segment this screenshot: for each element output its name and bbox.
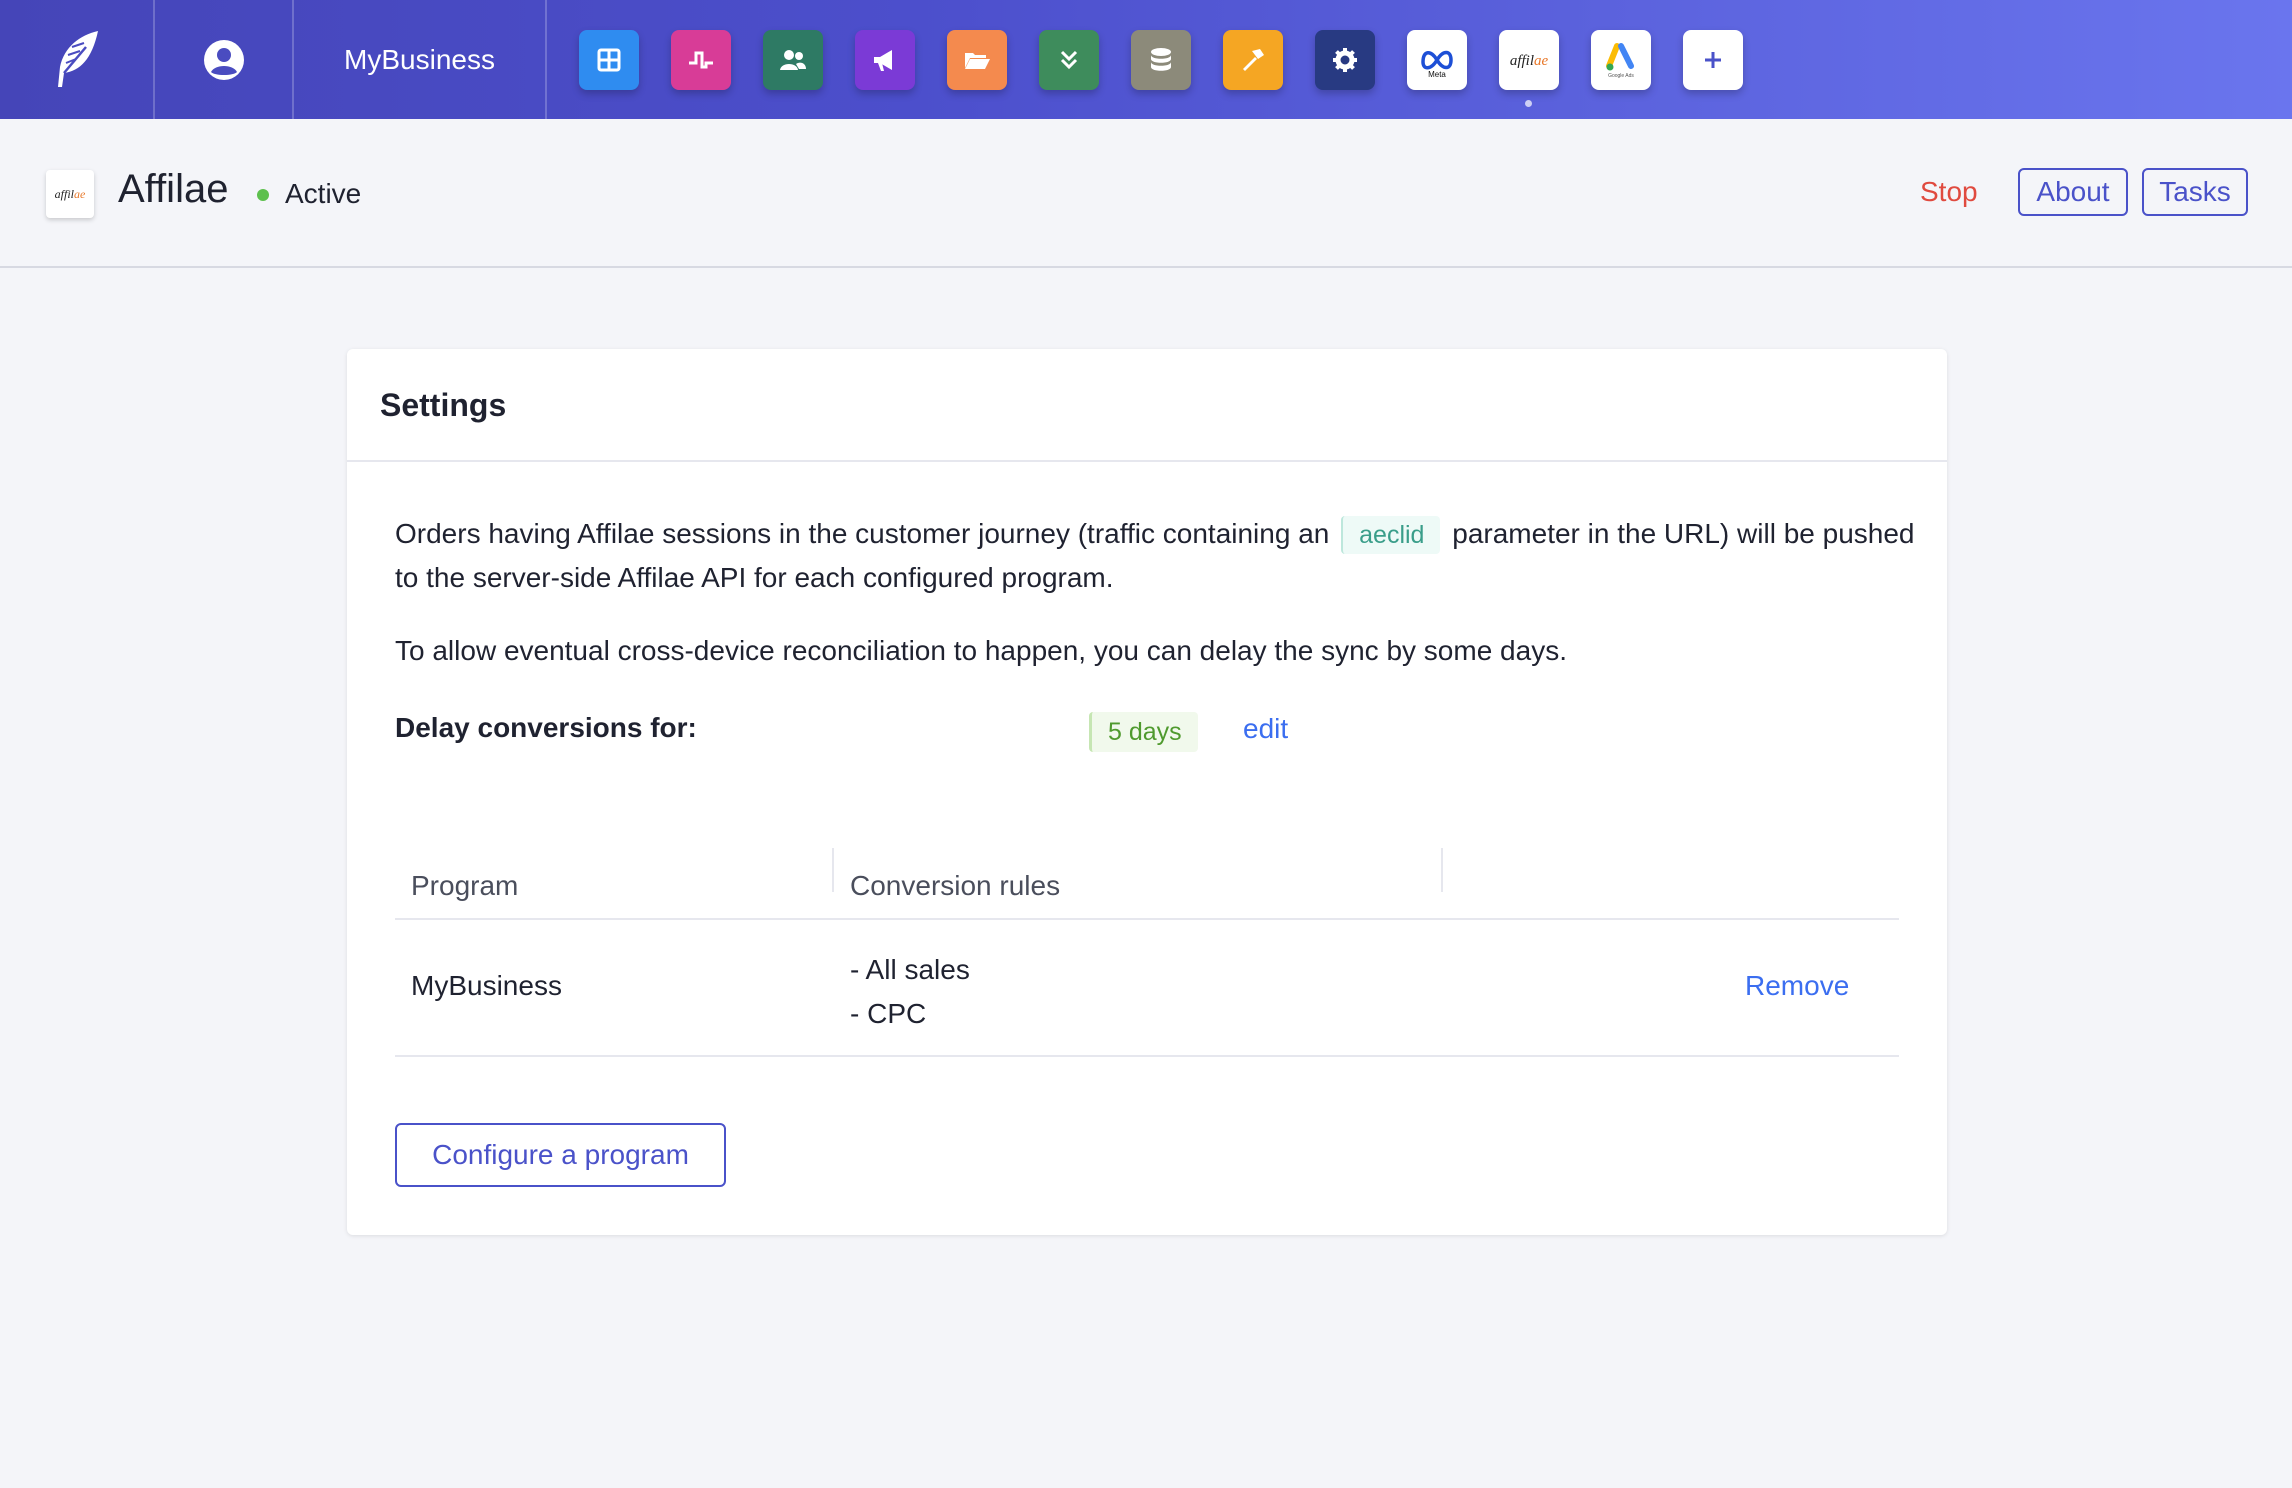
app-dashboard[interactable] xyxy=(579,30,639,90)
svg-text:affilae: affilae xyxy=(1510,53,1549,69)
app-tools[interactable] xyxy=(1223,30,1283,90)
page-header: affilae Affilae Active Stop About Tasks xyxy=(0,119,2292,268)
top-navigation-bar: MyBusiness Meta affilae Google Ads xyxy=(0,0,2292,119)
program-name-cell: MyBusiness xyxy=(411,970,562,1001)
svg-text:Meta: Meta xyxy=(1428,70,1446,79)
app-users[interactable] xyxy=(763,30,823,90)
meta-logo-icon: Meta xyxy=(1421,50,1453,79)
column-header-conversion-rules: Conversion rules xyxy=(850,870,1061,901)
status-indicator-dot xyxy=(257,189,269,201)
plus-icon xyxy=(1705,52,1721,68)
double-chevron-down-icon xyxy=(1060,50,1078,70)
app-meta[interactable]: Meta xyxy=(1407,30,1467,90)
settings-card: Settings Orders having Affilae sessions … xyxy=(347,349,1947,1235)
column-header-program: Program xyxy=(411,870,519,901)
configure-program-button[interactable]: Configure a program xyxy=(395,1123,726,1187)
app-files[interactable] xyxy=(947,30,1007,90)
app-pulse[interactable] xyxy=(671,30,731,90)
business-switcher[interactable]: MyBusiness xyxy=(294,0,547,119)
svg-text:affilae: affilae xyxy=(55,187,86,201)
business-name: MyBusiness xyxy=(344,43,495,75)
megaphone-icon xyxy=(874,50,892,71)
hammer-icon xyxy=(1243,49,1264,71)
add-app-button[interactable] xyxy=(1683,30,1743,90)
table-header-row: Program Conversion rules xyxy=(395,848,1899,920)
app-campaigns[interactable] xyxy=(855,30,915,90)
users-icon xyxy=(780,50,806,70)
home-logo-button[interactable] xyxy=(0,0,155,119)
dashboard-grid-icon xyxy=(597,48,621,72)
page-title: Affilae xyxy=(118,167,229,211)
description-paragraph: Orders having Affilae sessions in the cu… xyxy=(395,512,1935,600)
column-divider xyxy=(832,848,834,892)
affilae-logo-icon: affilae xyxy=(1510,53,1549,69)
tasks-button[interactable]: Tasks xyxy=(2142,168,2248,216)
conversion-rule-item: - CPC xyxy=(850,998,927,1029)
delay-explanation: To allow eventual cross-device reconcili… xyxy=(395,635,1567,666)
app-funnel[interactable] xyxy=(1039,30,1099,90)
database-icon xyxy=(1151,48,1171,71)
feather-logo-icon xyxy=(57,30,98,87)
remove-program-link[interactable]: Remove xyxy=(1745,970,1849,1002)
active-app-indicator xyxy=(1525,100,1532,107)
svg-text:Google Ads: Google Ads xyxy=(1608,73,1634,79)
affilae-logo-icon: affilae xyxy=(55,187,86,201)
stop-button[interactable]: Stop xyxy=(1920,176,1978,208)
delay-value-badge: 5 days xyxy=(1089,712,1198,752)
app-google-ads[interactable]: Google Ads xyxy=(1591,30,1651,90)
app-settings[interactable] xyxy=(1315,30,1375,90)
affilae-app-logo: affilae xyxy=(46,170,94,218)
google-ads-logo-icon: Google Ads xyxy=(1606,43,1634,79)
delay-label: Delay conversions for: xyxy=(395,712,697,743)
app-database[interactable] xyxy=(1131,30,1191,90)
folder-open-icon xyxy=(965,53,990,69)
description-text-start: Orders having Affilae sessions in the cu… xyxy=(395,518,1330,549)
pulse-icon xyxy=(689,51,713,69)
table-row: MyBusiness - All sales - CPC Remove xyxy=(395,920,1899,1057)
gear-icon xyxy=(1333,48,1357,72)
about-button[interactable]: About xyxy=(2018,168,2128,216)
user-account-button[interactable] xyxy=(155,0,294,119)
user-avatar-icon xyxy=(203,39,244,80)
column-divider xyxy=(1441,848,1443,892)
conversion-rules-cell: - All sales - CPC xyxy=(850,948,970,1036)
edit-delay-link[interactable]: edit xyxy=(1243,713,1288,745)
card-title: Settings xyxy=(380,387,507,423)
status-label: Active xyxy=(285,178,362,209)
card-header: Settings xyxy=(347,349,1947,462)
url-parameter-code: aeclid xyxy=(1341,516,1441,554)
app-affilae[interactable]: affilae xyxy=(1499,30,1559,90)
conversion-rule-item: - All sales xyxy=(850,954,970,985)
